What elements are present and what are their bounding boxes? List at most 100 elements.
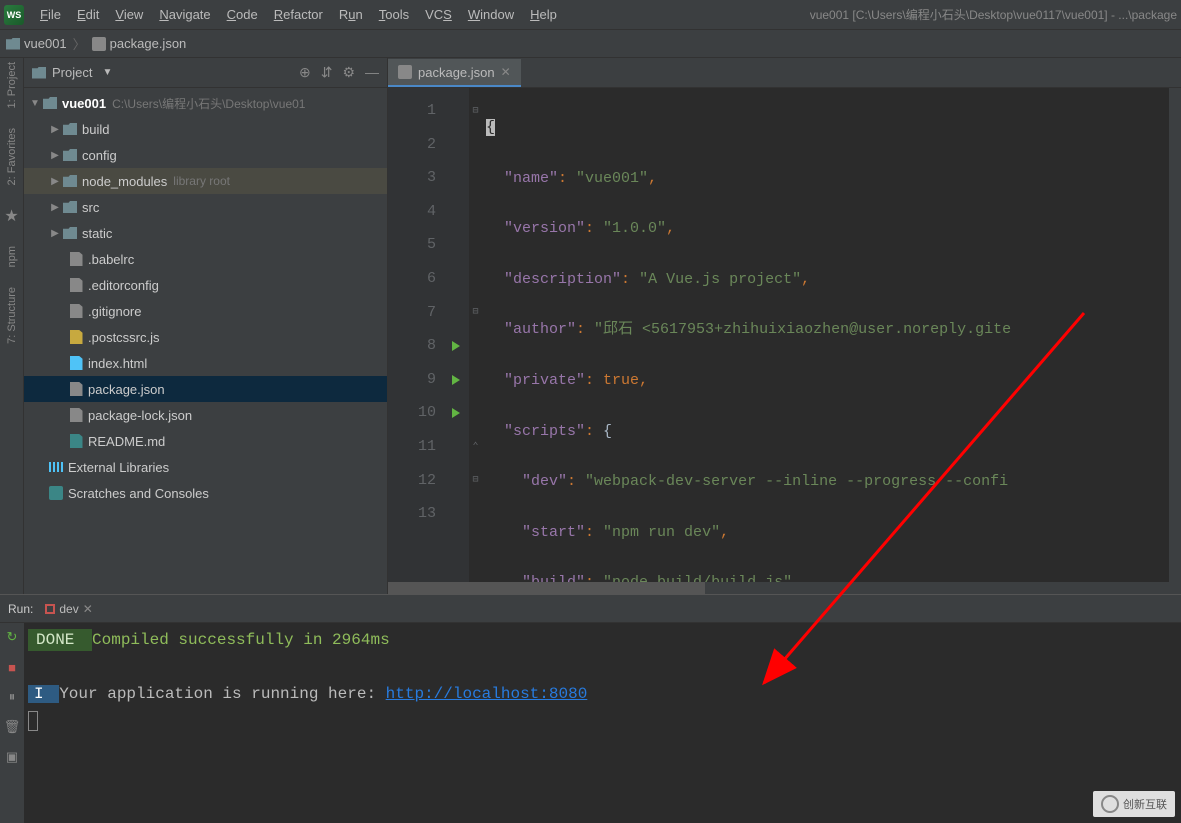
menu-window[interactable]: Window — [460, 7, 522, 22]
chevron-down-icon: ▼ — [102, 67, 112, 78]
folder-icon — [63, 123, 77, 135]
menu-navigate[interactable]: Navigate — [151, 7, 218, 22]
horizontal-scrollbar[interactable] — [388, 582, 1181, 594]
tree-file[interactable]: index.html — [24, 350, 387, 376]
app-url-link[interactable]: http://localhost:8080 — [386, 685, 588, 703]
run-console[interactable]: DONE Compiled successfully in 2964ms I Y… — [24, 623, 1181, 823]
editor-right-strip — [1169, 88, 1181, 594]
tree-file[interactable]: README.md — [24, 428, 387, 454]
chevron-right-icon[interactable]: ▶ — [48, 124, 62, 135]
settings-gear-icon[interactable]: ⚙ — [342, 64, 355, 81]
tab-favorites-tool[interactable]: 2: Favorites — [6, 128, 18, 185]
run-tab-bar: Run: dev ✕ — [0, 595, 1181, 623]
chevron-right-icon[interactable]: ▶ — [48, 228, 62, 239]
close-icon[interactable]: ✕ — [83, 602, 93, 616]
editor-tab[interactable]: package.json ✕ — [388, 59, 521, 87]
project-tree[interactable]: ▼ vue001 C:\Users\编程小石头\Desktop\vue01 ▶ … — [24, 88, 387, 594]
fold-minus-icon[interactable]: ⊟ — [469, 94, 482, 128]
tree-file[interactable]: .postcssrc.js — [24, 324, 387, 350]
tree-external-libs[interactable]: External Libraries — [24, 454, 387, 480]
tab-structure-tool[interactable]: 7: Structure — [6, 287, 18, 344]
file-icon — [70, 304, 83, 318]
rerun-icon[interactable]: ↻ — [4, 629, 20, 645]
tree-file[interactable]: .gitignore — [24, 298, 387, 324]
breadcrumb-file[interactable]: package.json — [92, 36, 187, 51]
window-title: vue001 [C:\Users\编程小石头\Desktop\vue0117\v… — [810, 6, 1177, 23]
pause-icon[interactable]: ⏸ — [4, 689, 20, 705]
tab-label: package.json — [418, 65, 495, 80]
file-icon — [70, 278, 83, 292]
project-panel-header: Project ▼ ⊕ ⇵ ⚙ — — [24, 58, 387, 88]
run-controls: ↻ ■ ⏸ 🗑 ▣ — [0, 623, 24, 823]
run-line-icon[interactable] — [444, 396, 468, 430]
watermark-logo-icon — [1101, 795, 1119, 813]
menu-code[interactable]: Code — [219, 7, 266, 22]
menu-run[interactable]: Run — [331, 7, 371, 22]
editor-area: package.json ✕ 1234 5678 910111213 ⊟ — [388, 58, 1181, 594]
code-editor[interactable]: 1234 5678 910111213 ⊟ ⊟ ⌃ ⊟ { "name" — [388, 88, 1181, 594]
editor-tab-bar: package.json ✕ — [388, 58, 1181, 88]
locate-icon[interactable]: ⊕ — [299, 64, 311, 81]
menu-file[interactable]: File — [32, 7, 69, 22]
tree-root[interactable]: ▼ vue001 C:\Users\编程小石头\Desktop\vue01 — [24, 90, 387, 116]
tree-folder-static[interactable]: ▶ static — [24, 220, 387, 246]
project-panel: Project ▼ ⊕ ⇵ ⚙ — ▼ vue001 C:\Users\编程小石… — [24, 58, 388, 594]
left-tool-strip: 1: Project 2: Favorites npm 7: Structure — [0, 58, 24, 594]
fold-minus-icon[interactable]: ⊟ — [469, 464, 482, 498]
tree-folder-node-modules[interactable]: ▶ node_modules library root — [24, 168, 387, 194]
tree-file-selected[interactable]: package.json — [24, 376, 387, 402]
menu-view[interactable]: View — [107, 7, 151, 22]
run-line-icon[interactable] — [444, 329, 468, 363]
info-badge: I — [28, 685, 59, 703]
run-config[interactable]: dev ✕ — [45, 602, 92, 616]
html-file-icon — [70, 356, 83, 370]
done-badge: DONE — [28, 629, 92, 651]
fold-minus-icon[interactable]: ⊟ — [469, 296, 482, 330]
run-config-icon — [45, 604, 55, 614]
fold-up-icon[interactable]: ⌃ — [469, 430, 482, 464]
stop-icon[interactable]: ■ — [4, 659, 20, 675]
menu-edit[interactable]: Edit — [69, 7, 107, 22]
tree-scratches[interactable]: Scratches and Consoles — [24, 480, 387, 506]
breadcrumb-project[interactable]: vue001 — [6, 36, 67, 51]
folder-icon — [63, 175, 77, 187]
tab-npm-tool[interactable]: npm — [6, 246, 18, 267]
breadcrumb: vue001 〉 package.json — [0, 30, 1181, 58]
folder-icon — [43, 97, 57, 109]
tree-folder-config[interactable]: ▶ config — [24, 142, 387, 168]
folder-icon — [63, 149, 77, 161]
close-icon[interactable]: ✕ — [501, 65, 511, 79]
chevron-down-icon[interactable]: ▼ — [28, 98, 42, 109]
chevron-right-icon[interactable]: ▶ — [48, 202, 62, 213]
tree-file[interactable]: package-lock.json — [24, 402, 387, 428]
run-label: Run: — [8, 602, 33, 616]
tree-folder-src[interactable]: ▶ src — [24, 194, 387, 220]
tree-file[interactable]: .editorconfig — [24, 272, 387, 298]
project-panel-title[interactable]: Project ▼ — [32, 65, 112, 80]
menu-help[interactable]: Help — [522, 7, 565, 22]
run-line-icon[interactable] — [444, 363, 468, 397]
folder-icon — [6, 38, 20, 50]
minimize-icon[interactable]: — — [365, 64, 379, 81]
app-logo-icon: WS — [4, 5, 24, 25]
tab-project-tool[interactable]: 1: Project — [6, 62, 18, 108]
chevron-right-icon[interactable]: ▶ — [48, 150, 62, 161]
chevron-right-icon[interactable]: ▶ — [48, 176, 62, 187]
collapse-icon[interactable]: ⇵ — [321, 64, 333, 81]
star-icon — [4, 206, 18, 226]
library-icon — [49, 462, 63, 472]
tree-file[interactable]: .babelrc — [24, 246, 387, 272]
code-content[interactable]: { "name": "vue001", "version": "1.0.0", … — [482, 88, 1169, 594]
md-file-icon — [70, 434, 83, 448]
json-file-icon — [398, 65, 412, 79]
menu-vcs[interactable]: VCS — [417, 7, 460, 22]
menu-refactor[interactable]: Refactor — [266, 7, 331, 22]
project-view-icon — [32, 67, 46, 79]
layout-icon[interactable]: ▣ — [4, 749, 20, 765]
trash-icon[interactable]: 🗑 — [4, 719, 20, 735]
menu-tools[interactable]: Tools — [371, 7, 417, 22]
tree-folder-build[interactable]: ▶ build — [24, 116, 387, 142]
file-icon — [70, 252, 83, 266]
js-file-icon — [70, 330, 83, 344]
run-marker-gutter — [444, 88, 468, 594]
